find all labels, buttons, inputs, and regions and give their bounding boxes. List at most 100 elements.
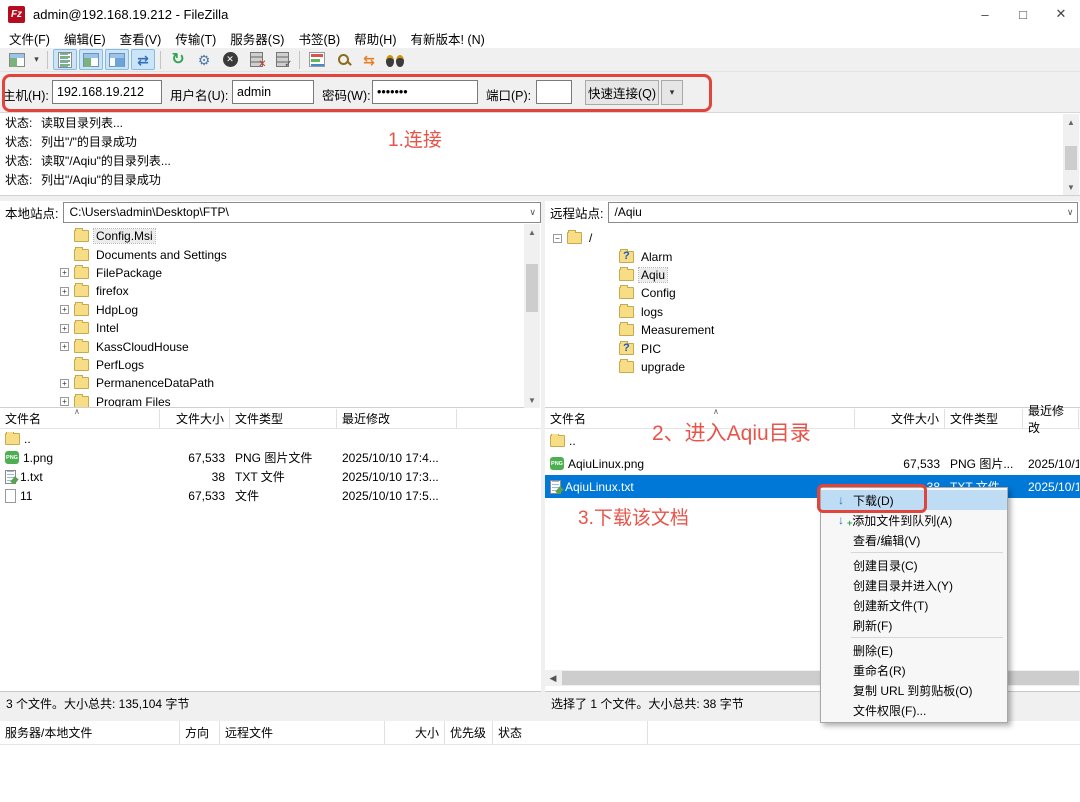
queue-column-5[interactable]: 状态 [493,721,648,744]
process-queue-icon[interactable]: ⚙ [192,49,216,70]
tree-item[interactable]: Measurement [545,321,1080,339]
menu-item-v[interactable]: 查看(V) [113,27,169,50]
queue-column-2[interactable]: 远程文件 [220,721,385,744]
tree-item[interactable]: logs [545,303,1080,321]
queue-column-0[interactable]: 服务器/本地文件 [0,721,180,744]
scroll-up-icon[interactable]: ▲ [524,224,540,240]
cancel-operation-icon[interactable]: ✕ [218,49,242,70]
site-manager-caret[interactable]: ▾ [30,49,43,70]
close-button[interactable]: ✕ [1042,0,1080,28]
tree-item[interactable]: +HdpLog [0,301,524,319]
collapse-minus-icon[interactable]: − [553,234,562,243]
find-files-icon[interactable] [383,49,407,70]
refresh-icon[interactable]: ↻ [166,49,190,70]
context-menu-item[interactable]: 创建目录并进入(Y) [821,575,1007,595]
column-header-3[interactable]: 最近修改 [337,409,457,428]
queue-column-3[interactable]: 大小 [385,721,445,744]
column-header-2[interactable]: 文件类型 [945,409,1023,428]
menu-item-h[interactable]: 帮助(H) [347,27,403,50]
menu-item-b[interactable]: 书签(B) [291,27,347,50]
scroll-left-icon[interactable]: ◀ [545,670,561,686]
context-menu-item[interactable]: 文件权限(F)... [821,700,1007,720]
context-menu-item[interactable]: ↓+添加文件到队列(A) [821,510,1007,530]
tree-item[interactable]: +Program Files [0,393,524,408]
queue-column-4[interactable]: 优先级 [445,721,493,744]
file-row[interactable]: PNGAqiuLinux.png67,533PNG 图片...2025/10/1… [545,452,1080,475]
toggle-remote-tree-icon[interactable] [105,49,129,70]
synchronized-browsing-icon[interactable]: ⇆ [357,49,381,70]
queue-list[interactable] [0,745,1080,801]
username-input[interactable] [232,80,314,104]
tree-item[interactable]: Alarm [545,247,1080,265]
port-input[interactable] [536,80,572,104]
chevron-down-icon[interactable]: ∨ [1067,207,1074,218]
minimize-button[interactable]: – [966,0,1004,28]
log-scrollbar[interactable]: ▲ ▼ [1063,114,1079,195]
scroll-down-icon[interactable]: ▼ [524,392,540,408]
tree-item[interactable]: Config.Msi [0,227,524,245]
site-manager-icon[interactable] [5,49,29,70]
queue-column-1[interactable]: 方向 [180,721,220,744]
filter-icon[interactable] [305,49,329,70]
context-menu-item[interactable]: ↓下载(D) [821,490,1007,510]
tree-item[interactable]: upgrade [545,358,1080,376]
menu-item-t[interactable]: 传输(T) [168,27,223,50]
log-scroll-thumb[interactable] [1065,146,1077,170]
tree-item[interactable]: +firefox [0,282,524,300]
context-menu-item[interactable]: 创建新文件(T) [821,595,1007,615]
column-header-3[interactable]: 最近修改 [1023,409,1079,428]
toggle-local-tree-icon[interactable] [79,49,103,70]
chevron-down-icon[interactable]: ∨ [529,207,536,218]
expand-plus-icon[interactable]: + [60,379,69,388]
expand-plus-icon[interactable]: + [60,342,69,351]
directory-compare-icon[interactable] [331,49,355,70]
quickconnect-dropdown-icon[interactable]: ▾ [661,80,683,105]
context-menu-item[interactable]: 刷新(F) [821,615,1007,635]
remote-site-combo[interactable]: /Aqiu ∨ [608,202,1078,223]
context-menu-item[interactable]: 重命名(R) [821,660,1007,680]
file-row[interactable]: 1167,533文件2025/10/10 17:5... [0,486,541,505]
expand-plus-icon[interactable]: + [60,268,69,277]
host-input[interactable] [52,80,162,104]
column-header-2[interactable]: 文件类型 [230,409,337,428]
quickconnect-button[interactable]: 快速连接(Q) [585,80,659,105]
column-header-1[interactable]: 文件大小 [855,409,945,428]
tree-item[interactable]: Aqiu [545,266,1080,284]
file-row[interactable]: PNG1.png67,533PNG 图片文件2025/10/10 17:4... [0,448,541,467]
context-menu-item[interactable]: 复制 URL 到剪贴板(O) [821,680,1007,700]
tree-item[interactable]: PerfLogs [0,356,524,374]
menu-item-f[interactable]: 文件(F) [2,27,57,50]
context-menu-item[interactable]: 创建目录(C) [821,555,1007,575]
expand-plus-icon[interactable]: + [60,397,69,406]
tree-item[interactable]: −/ [545,229,1080,247]
scroll-down-icon[interactable]: ▼ [1063,179,1079,195]
expand-plus-icon[interactable]: + [60,305,69,314]
file-row[interactable]: 1.txt38TXT 文件2025/10/10 17:3... [0,467,541,486]
toggle-message-log-icon[interactable] [53,49,77,70]
tree-item[interactable]: +Intel [0,319,524,337]
menu-item-e[interactable]: 编辑(E) [57,27,113,50]
menu-item-s[interactable]: 服务器(S) [223,27,291,50]
column-header-1[interactable]: 文件大小 [160,409,230,428]
local-site-combo[interactable]: C:\Users\admin\Desktop\FTP\ ∨ [63,202,541,223]
tree-item[interactable]: +FilePackage [0,264,524,282]
password-input[interactable] [372,80,478,104]
file-row[interactable]: .. [0,429,541,448]
file-row[interactable]: .. [545,429,1080,452]
column-header-0[interactable]: 文件名 [0,409,160,428]
maximize-button[interactable]: □ [1004,0,1042,28]
expand-plus-icon[interactable]: + [60,287,69,296]
disconnect-icon[interactable]: ✕ [244,49,268,70]
tree-item[interactable]: PIC [545,339,1080,357]
tree-item[interactable]: Documents and Settings [0,245,524,263]
tree-item[interactable]: Config [545,284,1080,302]
menu-item-n[interactable]: 有新版本! (N) [403,27,491,50]
context-menu-item[interactable]: 查看/编辑(V) [821,530,1007,550]
reconnect-icon[interactable]: ✓ [270,49,294,70]
toggle-transfer-queue-icon[interactable]: ⇄ [131,49,155,70]
tree-item[interactable]: +PermanenceDataPath [0,374,524,392]
tree-item[interactable]: +KassCloudHouse [0,337,524,355]
local-tree-scrollbar[interactable]: ▲ ▼ [524,224,540,408]
local-tree-scroll-thumb[interactable] [526,264,538,312]
context-menu-item[interactable]: 删除(E) [821,640,1007,660]
